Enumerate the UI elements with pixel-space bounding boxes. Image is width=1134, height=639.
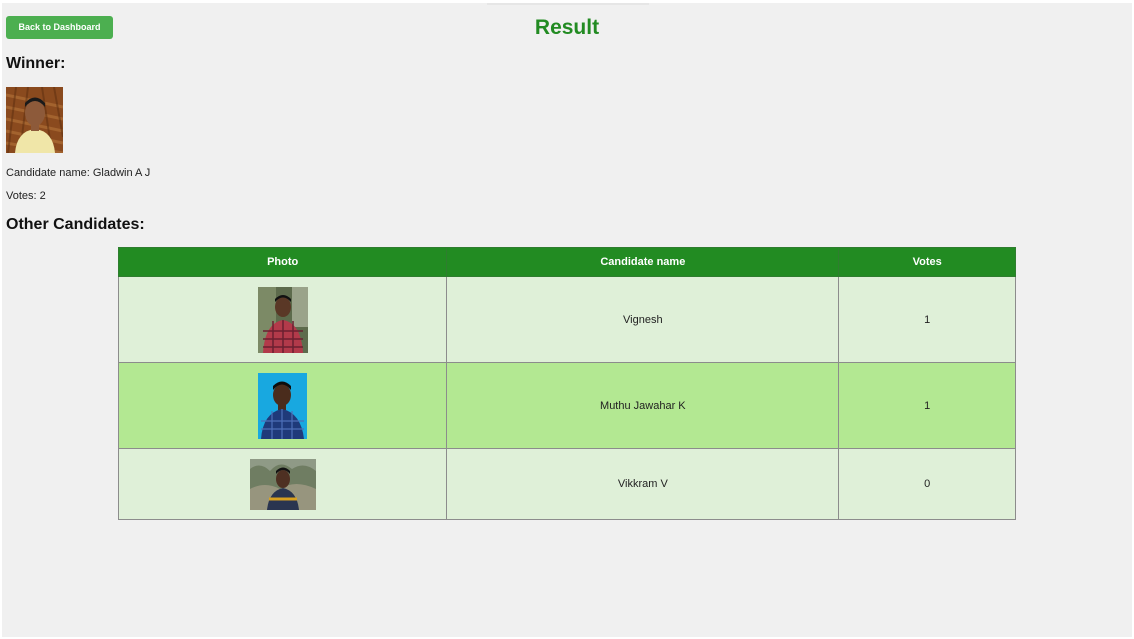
top-divider <box>487 3 649 5</box>
table-row: Muthu Jawahar K 1 <box>117 362 1016 449</box>
candidate-photo-cell <box>117 362 448 449</box>
winner-name: Candidate name: Gladwin A J <box>6 167 151 179</box>
table-header-row: Photo Candidate name Votes <box>117 247 1016 277</box>
candidate-photo <box>258 372 308 439</box>
table-row: Vignesh 1 <box>117 276 1016 363</box>
candidate-name-cell: Vikkram V <box>446 448 840 520</box>
column-header-candidate-name: Candidate name <box>446 247 840 277</box>
winner-photo <box>6 87 63 153</box>
winner-heading: Winner: <box>6 55 66 72</box>
candidate-name-cell: Muthu Jawahar K <box>446 362 840 449</box>
column-header-photo: Photo <box>117 247 448 277</box>
candidates-table: Photo Candidate name Votes Vignesh 1 Mut… <box>117 247 1016 520</box>
page-title: Result <box>534 16 600 39</box>
candidate-name-cell: Vignesh <box>446 276 840 363</box>
other-candidates-heading: Other Candidates: <box>6 216 145 233</box>
winner-votes: Votes: 2 <box>6 190 46 202</box>
candidate-photo <box>257 286 308 353</box>
results-page: Back to Dashboard Result Winner: Candida… <box>2 3 1132 637</box>
candidate-photo-cell <box>117 276 448 363</box>
candidate-votes-cell: 1 <box>838 362 1016 449</box>
candidate-votes-cell: 1 <box>838 276 1016 363</box>
candidate-photo-cell <box>117 448 448 520</box>
table-row: Vikkram V 0 <box>117 448 1016 520</box>
column-header-votes: Votes <box>838 247 1016 277</box>
candidate-photo <box>249 458 316 510</box>
candidate-votes-cell: 0 <box>838 448 1016 520</box>
